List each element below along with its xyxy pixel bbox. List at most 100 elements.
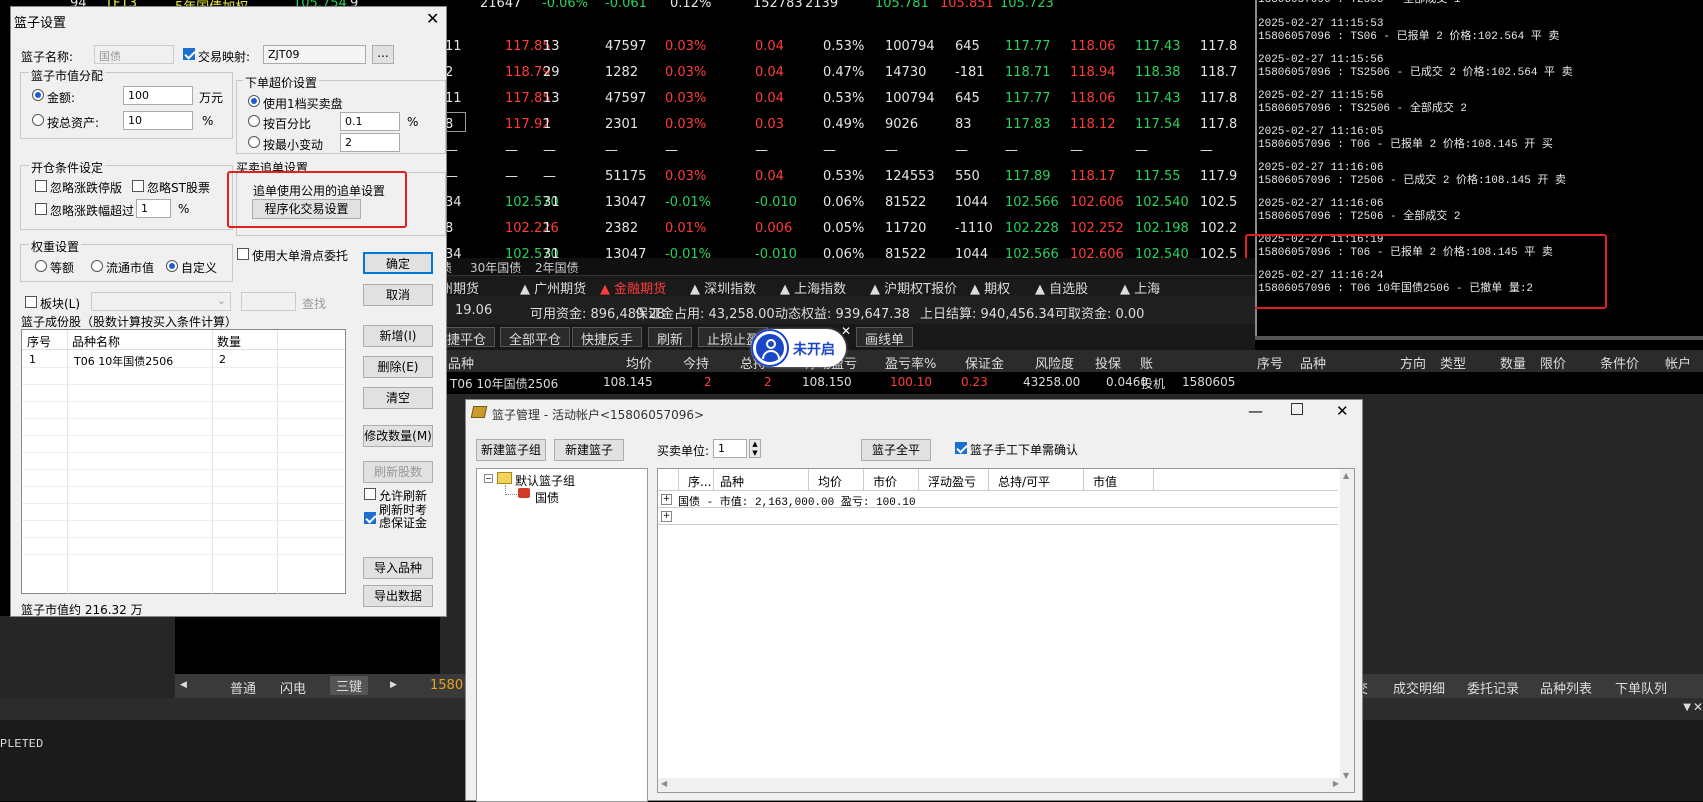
table-cell: 2 xyxy=(219,353,226,366)
manual-confirm-checkbox[interactable] xyxy=(955,442,967,454)
overprice-percent-input[interactable]: 0.1 xyxy=(340,112,400,131)
dropdown-arrow-icon[interactable]: ▼ xyxy=(1683,702,1691,713)
tree-collapse-icon[interactable]: − xyxy=(484,474,493,483)
grid-vscroll[interactable]: ▲ ▼ xyxy=(1340,469,1354,792)
cancel-button[interactable]: 取消 xyxy=(363,284,433,306)
find-button[interactable]: 查找 xyxy=(302,295,326,312)
ignore-range-checkbox[interactable] xyxy=(35,203,47,215)
market-tab[interactable]: ▲ 沪期权T报价 xyxy=(870,278,957,297)
trade-map-checkbox[interactable] xyxy=(183,48,195,60)
amount-radio[interactable] xyxy=(32,89,44,101)
market-tab[interactable]: ▲ 上海指数 xyxy=(780,278,846,297)
ignore-limit-checkbox[interactable] xyxy=(35,180,47,192)
login-status-popup[interactable]: 未开启 ✕ xyxy=(751,324,851,367)
refresh-qty-button[interactable]: 刷新股数 xyxy=(363,461,433,483)
bottom-tab[interactable]: 下单队列 xyxy=(1615,678,1667,697)
basket-tree[interactable]: − 默认篮子组 国债 xyxy=(476,468,648,802)
table-row[interactable]: 1 T06 10年国债2506 2 xyxy=(22,351,345,368)
ignore-st-checkbox[interactable] xyxy=(132,180,144,192)
basket-detail-grid[interactable]: 序... 品种 均价 市价 浮动盈亏 总持/可平 市值 + 国债 - 市值: 2,163,0… xyxy=(657,468,1355,793)
table-column-header: 数量 xyxy=(217,335,242,349)
delete-button[interactable]: 删除(E) xyxy=(363,356,433,378)
new-basket-button[interactable]: 新建篮子 xyxy=(554,439,624,461)
action-button[interactable]: 全部平仓 xyxy=(500,327,571,348)
market-tabs[interactable]: 州期货 ▲ 广州期货 ▲ 金融期货 ▲ 深圳指数 ▲ 上海指数 ▲ 沪期权T报价 ▲ 期权 ▲… xyxy=(440,275,1255,297)
tree-root-label[interactable]: 默认篮子组 xyxy=(515,472,575,489)
sector-checkbox[interactable] xyxy=(25,296,37,308)
asset-input[interactable]: 10 xyxy=(123,111,193,130)
bottom-tab[interactable]: 三键 xyxy=(330,676,369,695)
overprice-tick-input[interactable]: 2 xyxy=(340,133,400,152)
big-order-checkbox[interactable] xyxy=(237,248,249,260)
refresh-margin-checkbox[interactable] xyxy=(364,512,376,524)
close-all-button[interactable]: 篮子全平 xyxy=(861,439,931,461)
new-group-button[interactable]: 新建篮子组 xyxy=(476,439,546,461)
market-tab[interactable]: ▲ 金融期货 xyxy=(600,278,666,297)
bottom-tab[interactable]: 普通 xyxy=(230,678,256,697)
market-tab[interactable]: ▲ 深圳指数 xyxy=(690,278,756,297)
modify-qty-button[interactable]: 修改数量(M) xyxy=(363,425,433,447)
position-row[interactable]: T06 10年国债2506 108.145 2 2 108.150 100.10 0.23 4… xyxy=(440,372,1255,394)
grid-cell: 118.06 xyxy=(1070,39,1116,54)
weight-custom-radio[interactable] xyxy=(166,260,178,272)
sector-select[interactable]: ⌄ xyxy=(91,292,231,311)
tree-child-label[interactable]: 国债 xyxy=(535,489,559,506)
market-tab[interactable]: ▲ 期权 xyxy=(970,278,1010,297)
mgr-close-icon[interactable]: ✕ xyxy=(1336,402,1349,420)
ok-button[interactable]: 确定 xyxy=(363,252,433,274)
weight-float-radio[interactable] xyxy=(91,260,103,272)
basket-name-input[interactable]: 国债 xyxy=(94,45,174,64)
grid-cell: 31 xyxy=(543,195,560,210)
action-button[interactable]: 画线单 xyxy=(856,327,914,348)
maximize-icon[interactable] xyxy=(1291,403,1303,415)
ignore-range-input[interactable]: 1 xyxy=(136,199,171,218)
grid-row-empty[interactable]: + xyxy=(658,508,1338,525)
action-button[interactable]: 刷新 xyxy=(648,327,693,348)
market-tab[interactable]: ▲ 广州期货 xyxy=(520,278,586,297)
action-button[interactable]: 快捷反手 xyxy=(572,327,643,348)
unit-spinner[interactable]: ▲ ▼ xyxy=(749,439,761,458)
grid-row-basket[interactable]: + 国债 - 市值: 2,163,000.00 盈亏: 100.10 xyxy=(658,491,1338,509)
export-button[interactable]: 导出数据 xyxy=(363,585,433,607)
bottom-tab[interactable]: 闪电 xyxy=(280,678,306,697)
tab-scroll-right-icon[interactable]: ▶ xyxy=(390,680,397,690)
dialog-close-icon[interactable]: ✕ xyxy=(426,9,439,28)
add-button[interactable]: 新增(I) xyxy=(363,325,433,347)
grid-hscroll[interactable]: ◀ ▶ xyxy=(658,778,1342,792)
sector-tab[interactable]: 30年国债 xyxy=(470,259,521,276)
position-cell: 108.145 xyxy=(603,375,653,389)
sector-tabs[interactable]: 债30年国债2年国债 xyxy=(440,258,1255,275)
close-icon[interactable]: ✕ xyxy=(1693,700,1703,714)
trade-map-input[interactable]: ZJT09 xyxy=(263,45,366,64)
sector-search-input[interactable] xyxy=(241,292,296,311)
overprice-level1-radio[interactable] xyxy=(248,95,260,107)
overprice-tick-radio[interactable] xyxy=(248,136,260,148)
tab-scroll-left-icon[interactable]: ◀ xyxy=(180,680,187,690)
allow-refresh-checkbox[interactable] xyxy=(364,488,376,500)
sector-tab[interactable]: 2年国债 xyxy=(535,259,579,276)
position-cell: 投机 xyxy=(1141,377,1166,391)
unit-input[interactable]: 1 xyxy=(713,439,747,458)
market-tab[interactable]: ▲ 自选股 xyxy=(1035,278,1088,297)
market-tab[interactable]: ▲ 上海 xyxy=(1120,278,1160,297)
trade-map-browse-button[interactable]: ... xyxy=(372,45,394,64)
bottom-tab[interactable]: 委托记录 xyxy=(1467,678,1519,697)
minimize-icon[interactable]: — xyxy=(1248,402,1263,420)
bottom-tab[interactable]: 1580 xyxy=(430,678,463,693)
popup-close-icon[interactable]: ✕ xyxy=(841,324,851,338)
overprice-percent-radio[interactable] xyxy=(248,115,260,127)
row-expand-icon-2[interactable]: + xyxy=(661,511,672,522)
amount-input[interactable]: 100 xyxy=(123,86,193,105)
clear-button[interactable]: 清空 xyxy=(363,387,433,409)
log-scrollbar[interactable] xyxy=(1255,336,1703,340)
grid-cell: -0.061 xyxy=(605,0,647,11)
row-expand-icon[interactable]: + xyxy=(661,494,672,505)
grid-cell: -1110 xyxy=(955,221,993,236)
weight-equal-radio[interactable] xyxy=(35,260,47,272)
bottom-tab[interactable]: 成交明细 xyxy=(1393,678,1445,697)
components-table[interactable]: 序号 品种名称 数量 1 T06 10年国债2506 2 xyxy=(21,329,346,595)
bottom-tab[interactable]: 品种列表 xyxy=(1540,678,1592,697)
import-button[interactable]: 导入品种 xyxy=(363,557,433,579)
mgr-app-icon xyxy=(470,406,488,418)
asset-radio[interactable] xyxy=(32,114,44,126)
